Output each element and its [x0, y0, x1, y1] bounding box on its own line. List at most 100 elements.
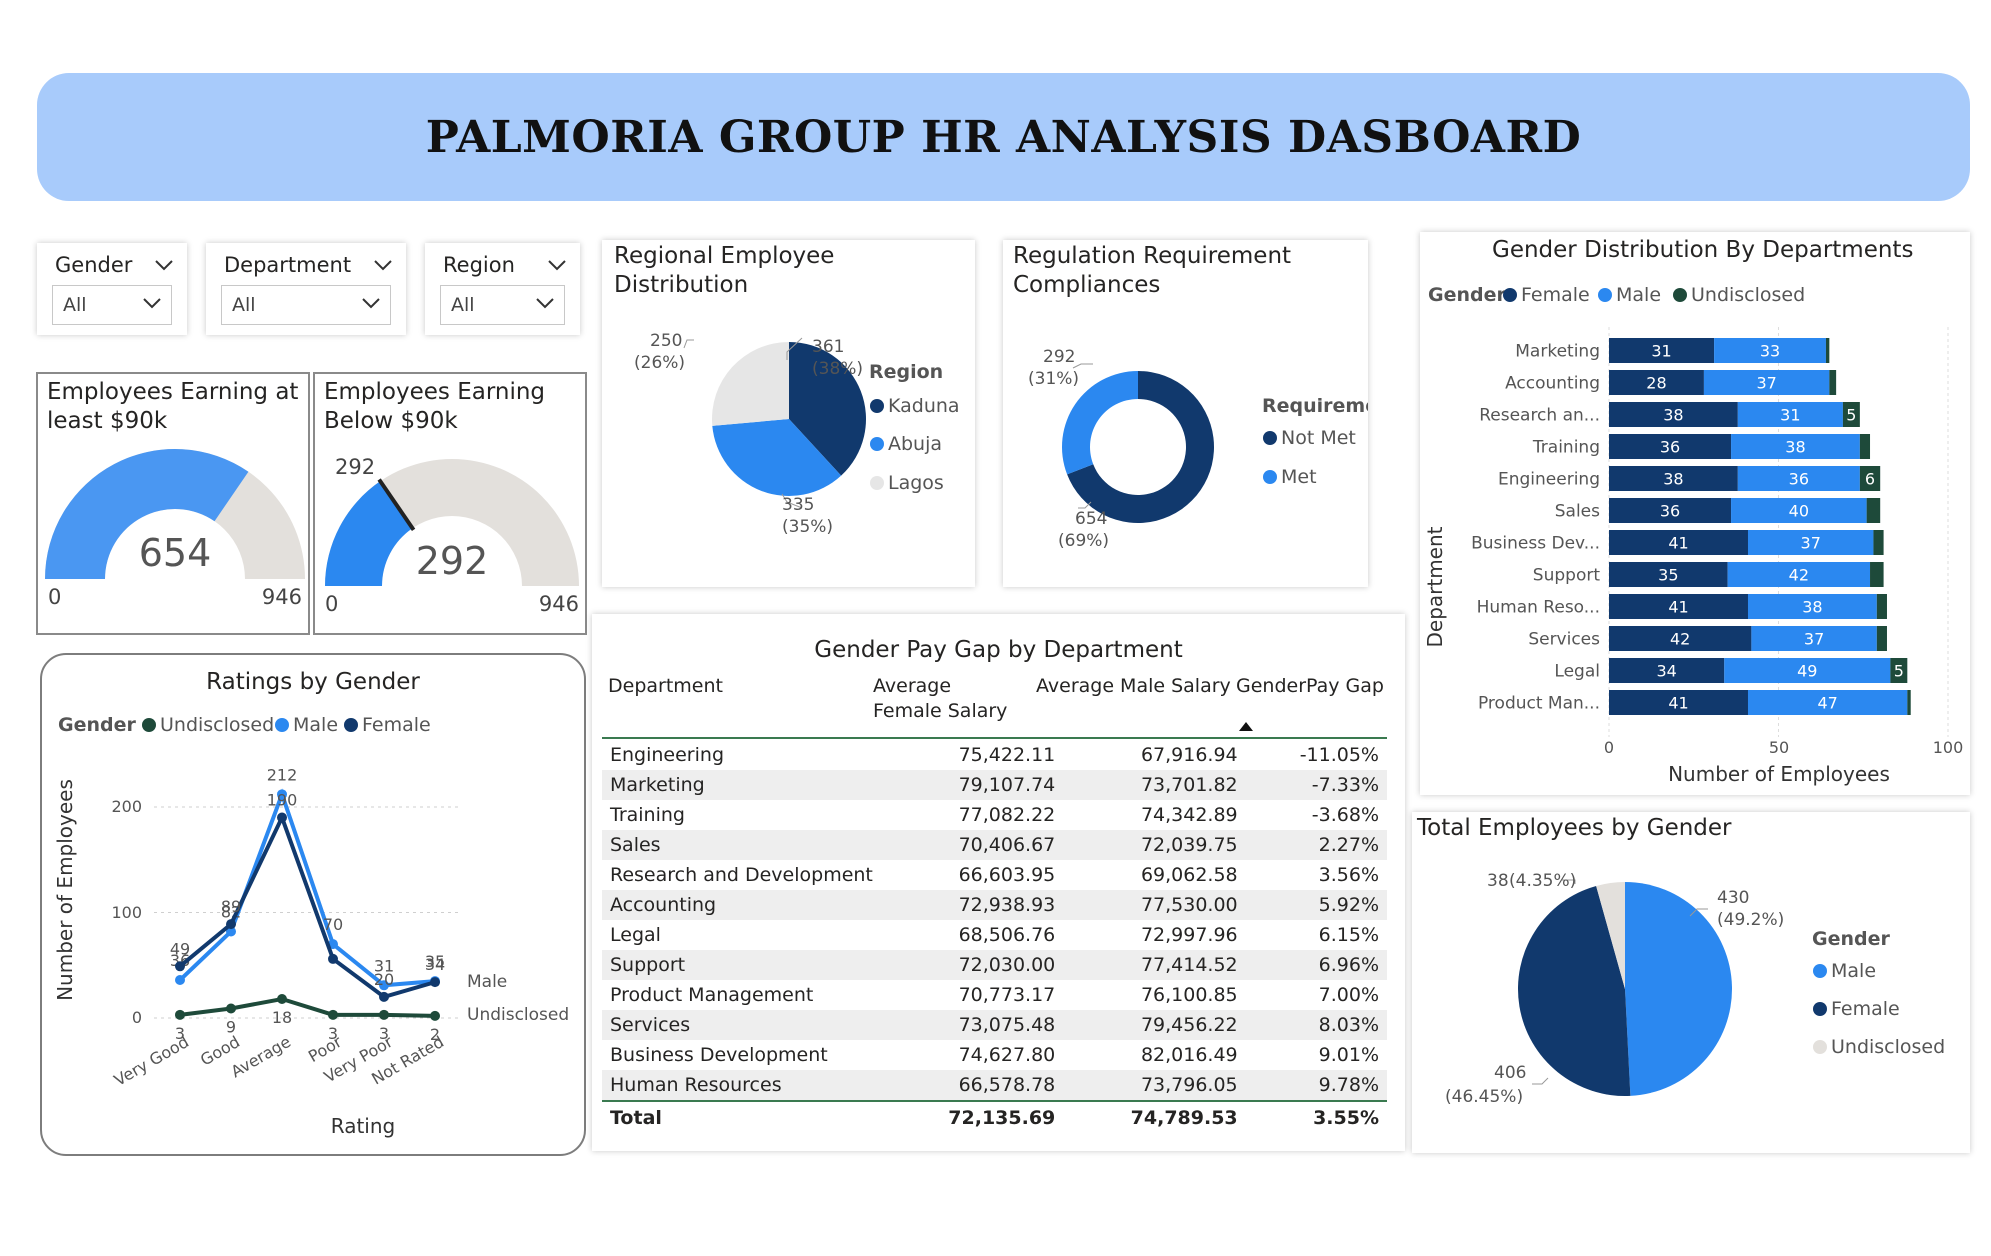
value-cell: 73,796.05: [1063, 1070, 1246, 1101]
data-label: 34: [425, 955, 445, 974]
bar-value-label: 35: [1658, 566, 1678, 585]
sort-ascending-icon[interactable]: [1239, 722, 1253, 731]
value-cell: 2.27%: [1245, 830, 1387, 860]
legend-marker-female: [1813, 1002, 1827, 1016]
table-row[interactable]: Legal 68,506.76 72,997.96 6.15%: [602, 920, 1387, 950]
data-point-undisclosed[interactable]: [379, 1009, 389, 1020]
value-cell: 77,414.52: [1063, 950, 1246, 980]
value-cell: 74,342.89: [1140, 804, 1238, 826]
table-row[interactable]: Support 72,030.00 77,414.52 6.96%: [602, 950, 1387, 980]
column-header-female-salary[interactable]: Average Female Salary: [873, 674, 1023, 724]
bar-segment-undisclosed[interactable]: [1876, 594, 1887, 619]
legend-item-kaduna: Kaduna: [888, 395, 960, 417]
data-point-female[interactable]: [175, 961, 185, 972]
data-point-undisclosed[interactable]: [226, 1003, 236, 1014]
table-row[interactable]: Business Development 74,627.80 82,016.49 9.…: [602, 1040, 1387, 1070]
data-point-female[interactable]: [379, 991, 389, 1002]
category-label: Services: [1528, 630, 1600, 650]
gender-slicer[interactable]: Gender All: [37, 243, 187, 335]
department-dropdown[interactable]: All: [221, 285, 391, 325]
column-header-pay-gap[interactable]: GenderPay Gap: [1236, 674, 1384, 699]
legend-marker-not-met: [1263, 431, 1277, 445]
bar-segment-undisclosed[interactable]: [1870, 562, 1884, 587]
value-cell: -3.68%: [1311, 804, 1379, 826]
legend-marker-met: [1263, 470, 1277, 484]
kpi-earning-90k-plus[interactable]: Employees Earning at least $90k 654 0 94…: [36, 372, 310, 635]
dashboard-title: PALMORIA GROUP HR ANALYSIS DASBOARD: [425, 111, 1582, 163]
value-cell: 9.01%: [1318, 1044, 1379, 1066]
data-point-female[interactable]: [277, 812, 287, 823]
pie-slice-male[interactable]: [1625, 882, 1732, 1096]
table-row[interactable]: Training 77,082.22 74,342.89 -3.68%: [602, 800, 1387, 830]
data-label: 49: [170, 939, 190, 958]
bar-segment-undisclosed[interactable]: [1829, 370, 1837, 395]
table-row[interactable]: Product Management 70,773.17 76,100.85 7.00…: [602, 980, 1387, 1010]
legend-marker-undisclosed: [142, 718, 156, 732]
gender-dropdown-value: All: [63, 294, 87, 316]
data-point-female[interactable]: [226, 919, 236, 930]
table-row[interactable]: Sales 70,406.67 72,039.75 2.27%: [602, 830, 1387, 860]
chevron-down-icon[interactable]: [374, 259, 392, 271]
series-line-undisclosed: [179, 996, 436, 1018]
total-by-gender-card[interactable]: Total Employees by Gender 430 (49.2%) 40…: [1412, 812, 1970, 1153]
gauge-value: 292: [416, 539, 489, 583]
bar-segment-undisclosed[interactable]: [1866, 498, 1881, 523]
gender-dropdown[interactable]: All: [52, 285, 172, 325]
bar-value-label: 47: [1817, 694, 1837, 713]
value-cell: 6.96%: [1245, 950, 1387, 980]
gender-by-department-card[interactable]: Gender Distribution By Departments Gende…: [1420, 232, 1970, 795]
bar-value-label: 5: [1894, 662, 1904, 681]
value-cell: 3.56%: [1318, 864, 1379, 886]
chevron-down-icon[interactable]: [548, 259, 566, 271]
legend-title: Gender: [58, 714, 136, 736]
gender-pie-chart: 430 (49.2%) 406 (46.45%) 38 (4.35%) Gend…: [1445, 871, 1945, 1107]
value-cell: 69,062.58: [1140, 864, 1238, 886]
table-row[interactable]: Human Resources 66,578.78 73,796.05 9.78%: [602, 1070, 1387, 1101]
regional-distribution-card[interactable]: Regional Employee Distribution 361 (38%)…: [602, 240, 975, 587]
region-dropdown[interactable]: All: [440, 285, 565, 325]
data-point-undisclosed[interactable]: [328, 1009, 338, 1020]
y-axis-label: Department: [1423, 526, 1447, 647]
x-tick: Very Good: [111, 1032, 192, 1090]
column-header-male-salary[interactable]: Average Male Salary: [1036, 674, 1231, 699]
data-point-undisclosed[interactable]: [175, 1009, 185, 1020]
department-cell: Marketing: [602, 770, 881, 800]
table-row[interactable]: Services 73,075.48 79,456.22 8.03%: [602, 1010, 1387, 1040]
data-point-female[interactable]: [430, 977, 440, 988]
compliance-card[interactable]: Regulation Requirement Compliances 292 (…: [1003, 240, 1368, 587]
data-label: 70: [323, 915, 343, 934]
department-dropdown-value: All: [232, 294, 256, 316]
bar-segment-undisclosed[interactable]: [1907, 690, 1911, 715]
table-row[interactable]: Accounting 72,938.93 77,530.00 5.92%: [602, 890, 1387, 920]
data-point-male[interactable]: [175, 975, 185, 986]
legend-title: Requirement: [1262, 395, 1368, 417]
kpi-earning-below-90k[interactable]: Employees Earning Below $90k 292 292 0 9…: [313, 372, 587, 635]
bar-segment-undisclosed[interactable]: [1859, 434, 1871, 459]
data-point-undisclosed[interactable]: [430, 1010, 440, 1021]
bar-segment-undisclosed[interactable]: [1876, 626, 1887, 651]
value-cell: 66,578.78: [880, 1070, 1064, 1101]
bar-segment-undisclosed[interactable]: [1825, 338, 1830, 363]
legend-marker-kaduna: [870, 399, 884, 413]
pay-gap-card[interactable]: Gender Pay Gap by Department Department …: [592, 614, 1405, 1151]
data-point-undisclosed[interactable]: [277, 994, 287, 1005]
table-row[interactable]: Research and Development 66,603.95 69,062.…: [602, 860, 1387, 890]
pie-slice-lagos[interactable]: [712, 342, 789, 426]
value-cell: 66,603.95: [958, 864, 1056, 886]
legend-item-female: Female: [1521, 284, 1590, 306]
department-slicer[interactable]: Department All: [206, 243, 406, 335]
data-point-female[interactable]: [328, 953, 338, 964]
bar-value-label: 37: [1756, 374, 1776, 393]
legend-item-not-met: Not Met: [1281, 427, 1356, 449]
legend-item-met: Met: [1281, 466, 1317, 488]
chevron-down-icon: [362, 298, 380, 309]
table-row[interactable]: Marketing 79,107.74 73,701.82 -7.33%: [602, 770, 1387, 800]
region-slicer[interactable]: Region All: [425, 243, 580, 335]
value-cell: 9.78%: [1245, 1070, 1387, 1101]
bar-segment-undisclosed[interactable]: [1873, 530, 1884, 555]
ratings-by-gender-card[interactable]: Ratings by Gender Gender Undisclosed Mal…: [40, 653, 586, 1156]
chevron-down-icon[interactable]: [155, 259, 173, 271]
legend-item-male: Male: [293, 714, 338, 736]
column-header-department[interactable]: Department: [608, 674, 723, 699]
table-row[interactable]: Engineering 75,422.11 67,916.94 -11.05%: [602, 740, 1387, 770]
